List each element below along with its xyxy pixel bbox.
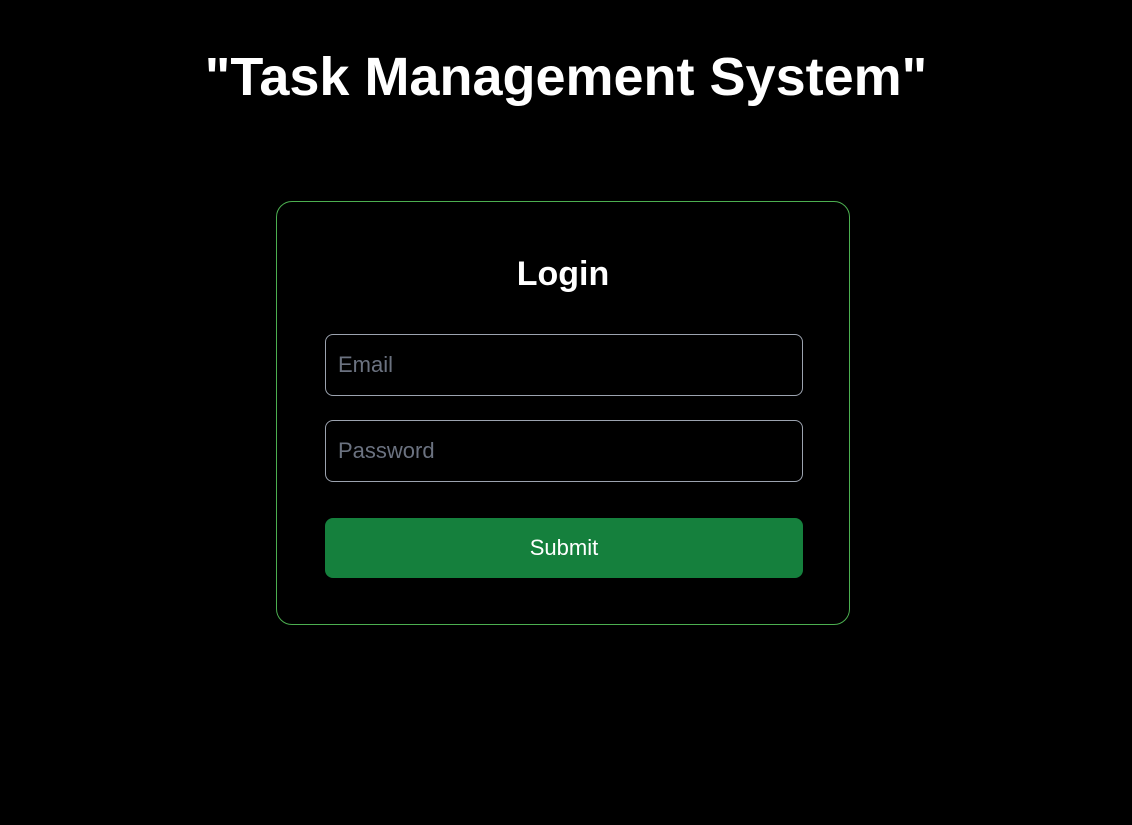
email-field[interactable] <box>325 334 803 396</box>
page-title: "Task Management System" <box>204 47 928 107</box>
password-field[interactable] <box>325 420 803 482</box>
submit-button[interactable]: Submit <box>325 518 803 578</box>
login-heading: Login <box>516 255 610 293</box>
login-card: Login Submit <box>276 201 850 625</box>
